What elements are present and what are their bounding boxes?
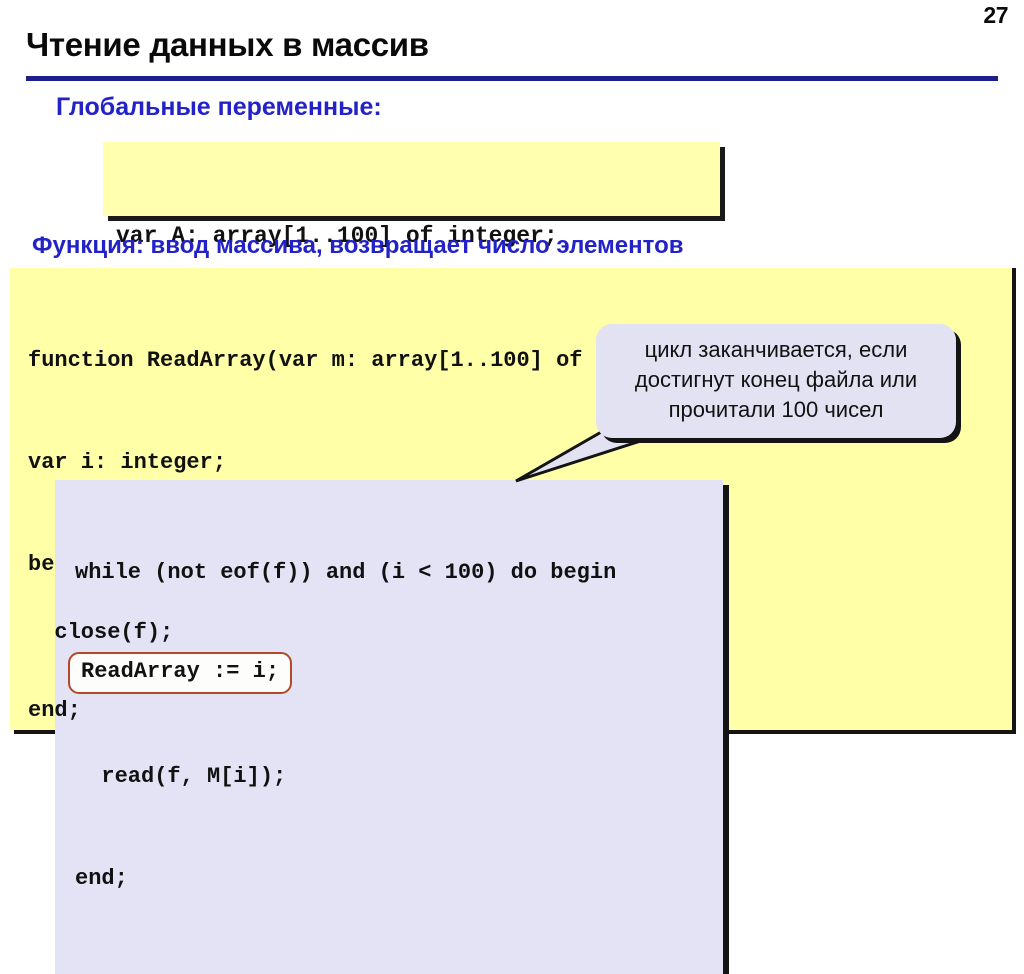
code-line: while (not eof(f)) and (i < 100) do begi… bbox=[75, 560, 617, 585]
globals-code-box: var A: array[1..100] of integer; f: file… bbox=[103, 142, 720, 354]
function-code-bottom: close(f); ReadArray := i; end; bbox=[28, 616, 293, 728]
globals-heading: Глобальные переменные: bbox=[56, 93, 382, 121]
code-line: end; bbox=[75, 866, 128, 891]
code-line: var i: integer; bbox=[28, 450, 227, 475]
callout-bubble: цикл заканчивается, если достигнут конец… bbox=[596, 324, 956, 438]
function-heading: Функция: ввод массива, возвращает число … bbox=[32, 232, 684, 259]
page-title: Чтение данных в массив bbox=[26, 26, 429, 63]
function-end-line: end; bbox=[28, 698, 81, 723]
callout-line: цикл заканчивается, если bbox=[644, 337, 908, 362]
return-value-highlight-box: ReadArray := i; bbox=[68, 652, 293, 694]
close-file-line: close(f); bbox=[28, 620, 174, 645]
callout-line: достигнут конец файла или bbox=[634, 367, 918, 392]
callout-line: прочитали 100 чисел bbox=[668, 397, 884, 422]
title-underline-rule bbox=[26, 76, 998, 81]
page-number: 27 bbox=[983, 2, 1008, 28]
code-line: read(f, M[i]); bbox=[75, 764, 287, 789]
while-loop-code-text: while (not eof(f)) and (i < 100) do begi… bbox=[75, 526, 723, 959]
